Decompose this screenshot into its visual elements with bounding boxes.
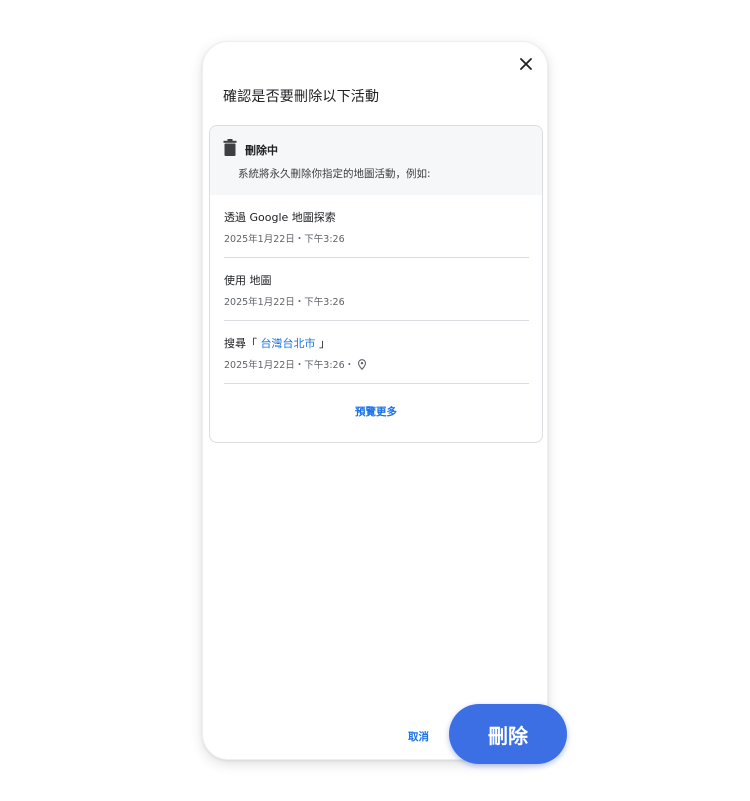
search-suffix: 」: [315, 337, 330, 350]
activity-meta: 2025年1月22日・下午3:26・: [224, 357, 367, 371]
activity-timestamp: 2025年1月22日・下午3:26・: [224, 360, 355, 371]
header-title: 刪除中: [245, 144, 278, 157]
activity-timestamp: 2025年1月22日・下午3:26: [224, 234, 345, 245]
activity-timestamp: 2025年1月22日・下午3:26: [224, 297, 345, 308]
search-query-link[interactable]: 台灣台北市: [261, 337, 316, 350]
location-pin-icon: [358, 358, 367, 370]
search-prefix: 搜尋「: [224, 337, 261, 350]
delete-button[interactable]: 刪除: [449, 704, 567, 764]
cancel-button[interactable]: 取消: [408, 729, 429, 744]
dialog-title: 確認是否要刪除以下活動: [223, 89, 380, 105]
activity-item: 透過 Google 地圖探索 2025年1月22日・下午3:26: [224, 195, 529, 258]
close-button[interactable]: [516, 54, 536, 74]
card-header: 刪除中 系統將永久刪除你指定的地圖活動，例如:: [210, 126, 542, 195]
activity-item: 使用 地圖 2025年1月22日・下午3:26: [224, 258, 529, 321]
delete-confirmation-dialog: 確認是否要刪除以下活動 刪除中 系統將永久刪除你指定的地圖活動，例如: 透過 G…: [202, 41, 548, 760]
header-description: 系統將永久刪除你指定的地圖活動，例如:: [238, 168, 431, 180]
activity-title: 搜尋「 台灣台北市 」: [224, 335, 330, 351]
activity-card: 刪除中 系統將永久刪除你指定的地圖活動，例如: 透過 Google 地圖探索 2…: [209, 125, 543, 443]
trash-icon: [223, 139, 237, 156]
activity-title: 使用 地圖: [224, 274, 272, 287]
close-icon: [520, 58, 532, 70]
activity-title: 透過 Google 地圖探索: [224, 211, 336, 224]
preview-more-link[interactable]: 預覽更多: [210, 404, 542, 419]
activity-item: 搜尋「 台灣台北市 」 2025年1月22日・下午3:26・: [224, 321, 529, 384]
